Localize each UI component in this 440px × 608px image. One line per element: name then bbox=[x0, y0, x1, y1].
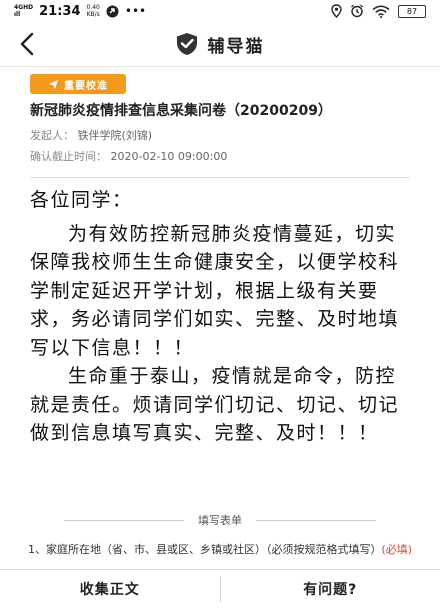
app-header: 辅导猫 bbox=[0, 24, 440, 64]
section-line-right bbox=[256, 520, 376, 521]
chevron-left-icon[interactable] bbox=[16, 30, 40, 58]
net-speed-value: 0.40 bbox=[87, 4, 100, 11]
send-icon bbox=[48, 79, 59, 90]
notification-icon bbox=[106, 5, 119, 18]
app-brand: 辅导猫 bbox=[176, 32, 265, 57]
card-divider bbox=[30, 177, 410, 178]
shield-check-icon bbox=[176, 32, 198, 56]
net-speed: 0.40 KB/s bbox=[87, 4, 100, 18]
location-icon bbox=[331, 4, 342, 18]
status-right: 87 bbox=[331, 4, 426, 18]
notice-paragraph-2: 生命重于泰山，疫情就是命令，防控就是责任。烦请同学们切记、切记、切记做到信息填写… bbox=[30, 362, 415, 448]
status-bar: 4GHD ıll 21:34 0.40 KB/s ••• bbox=[0, 0, 440, 22]
network-indicator: 4GHD ıll bbox=[14, 4, 33, 18]
clock: 21:34 bbox=[39, 4, 80, 19]
net-speed-unit: KB/s bbox=[87, 11, 100, 18]
question-1-text: 1、家庭所在地（省、市、县或区、乡镇或社区）（必须按规范格式填写） bbox=[28, 543, 382, 556]
notice-paragraph-1: 为有效防控新冠肺炎疫情蔓延，切实保障我校师生生命健康安全，以便学校科学制定延迟开… bbox=[30, 220, 415, 363]
network-type: 4GHD bbox=[14, 4, 33, 11]
help-button[interactable]: 有问题? bbox=[221, 570, 440, 608]
page-title: 辅导猫 bbox=[208, 32, 265, 57]
more-dots-icon: ••• bbox=[125, 4, 146, 18]
initiator-value: 铁伴学院(刘锦) bbox=[78, 129, 153, 142]
signal-bars: ıll bbox=[14, 11, 33, 18]
question-1[interactable]: 1、家庭所在地（省、市、县或区、乡镇或社区）（必须按规范格式填写）(必填) bbox=[28, 542, 420, 558]
priority-tag-label: 重要校准 bbox=[64, 77, 108, 92]
notice-body: 各位同学： 为有效防控新冠肺炎疫情蔓延，切实保障我校师生生命健康安全，以便学校科… bbox=[30, 186, 415, 448]
deadline-row: 确认截止时间： 2020-02-10 09:00:00 bbox=[30, 148, 227, 164]
form-section-header: 填写表单 bbox=[30, 510, 410, 530]
deadline-label: 确认截止时间： bbox=[30, 150, 107, 163]
survey-title: 新冠肺炎疫情排查信息采集问卷（20200209） bbox=[30, 100, 332, 120]
required-mark: (必填) bbox=[382, 543, 413, 556]
section-line-left bbox=[64, 520, 184, 521]
priority-tag: 重要校准 bbox=[30, 74, 126, 94]
notice-greeting: 各位同学： bbox=[30, 186, 415, 215]
deadline-value: 2020-02-10 09:00:00 bbox=[111, 150, 228, 163]
header-divider bbox=[0, 66, 440, 67]
battery-level: 87 bbox=[407, 7, 417, 16]
initiator-label: 发起人： bbox=[30, 129, 74, 142]
collect-content-button[interactable]: 收集正文 bbox=[0, 570, 220, 608]
initiator-row: 发起人： 铁伴学院(刘锦) bbox=[30, 127, 152, 143]
status-left: 4GHD ıll 21:34 0.40 KB/s ••• bbox=[14, 4, 146, 19]
battery-icon: 87 bbox=[398, 5, 426, 18]
survey-info-card: 重要校准 新冠肺炎疫情排查信息采集问卷（20200209） 发起人： 铁伴学院(… bbox=[30, 72, 408, 176]
alarm-icon bbox=[350, 4, 364, 18]
form-section-label: 填写表单 bbox=[198, 512, 242, 528]
bottom-action-bar: 收集正文 有问题? bbox=[0, 569, 440, 608]
wifi-icon bbox=[372, 5, 390, 18]
